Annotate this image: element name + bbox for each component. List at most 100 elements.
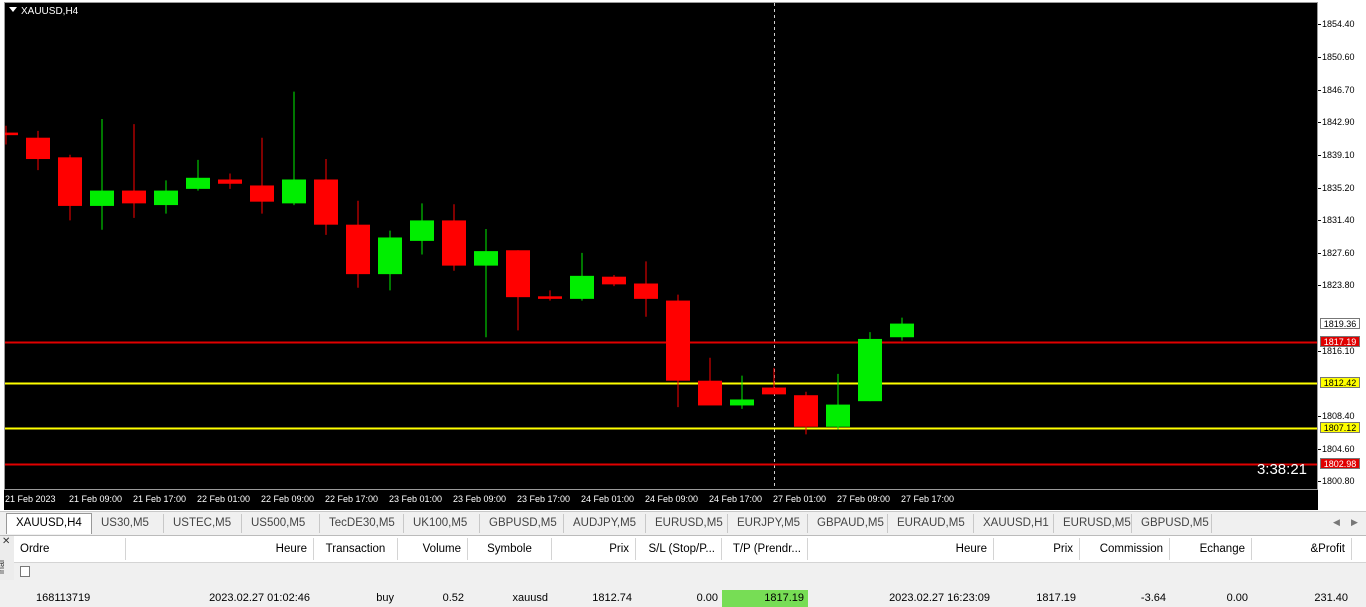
candle-body [250, 185, 274, 202]
column-header[interactable]: Transaction [314, 538, 398, 560]
price-tick-label: 1808.40 [1322, 411, 1355, 422]
time-tick-label: 23 Feb 17:00 [517, 494, 571, 504]
column-header[interactable]: S/L (Stop/P... [636, 538, 722, 560]
price-tick-mark [1318, 24, 1321, 26]
price-tick-label: 1839.10 [1322, 149, 1355, 160]
time-tick-label: 24 Feb 01:00 [581, 494, 635, 504]
chart-window[interactable]: XAUUSD,H4 3:38:21 1854.40 1850.60 1846.70 1… [0, 0, 1366, 511]
candle-body [698, 380, 722, 406]
candle-body [218, 179, 242, 184]
candle-body [858, 338, 882, 402]
tab-scroll-right-icon[interactable]: ▶ [1351, 517, 1358, 528]
tab-eurusd-m5[interactable]: EURUSD,M5 [1054, 514, 1132, 533]
column-header[interactable]: Echange [1170, 538, 1252, 560]
tab-uk100-m5[interactable]: UK100,M5 [404, 514, 480, 533]
time-tick-label: 24 Feb 17:00 [709, 494, 763, 504]
price-tick-label: 1835.20 [1322, 182, 1355, 193]
candle-body [570, 275, 594, 299]
table-header: Ordre Heure Transaction Volume Symbole Prix S/… [14, 536, 1366, 563]
candle-body [5, 132, 18, 136]
time-axis[interactable]: 21 Feb 2023 21 Feb 09:00 21 Feb 17:00 22 Fe… [4, 490, 1318, 510]
time-tick-label: 22 Feb 01:00 [197, 494, 251, 504]
price-tick-mark [1318, 56, 1321, 58]
column-header[interactable]: Symbole [468, 538, 552, 560]
candle-body [666, 300, 690, 381]
table-cell: 0.00 [1226, 592, 1248, 604]
price-tag: 1807.12 [1320, 422, 1360, 434]
price-tag: 1812.42 [1320, 377, 1360, 389]
column-header[interactable]: Ordre [14, 538, 126, 560]
tab-scroll-left-icon[interactable]: ◀ [1333, 517, 1340, 528]
tab-audjpy-m5[interactable]: AUDJPY,M5 [564, 514, 646, 533]
tab-us30-m5[interactable]: US30,M5 [92, 514, 164, 533]
column-header[interactable]: Volume [398, 538, 468, 560]
time-tick-label: 27 Feb 17:00 [901, 494, 955, 504]
price-axis[interactable]: 1854.40 1850.60 1846.70 1842.90 1839.10 1835.… [1318, 2, 1366, 490]
price-tag: 1819.36 [1320, 317, 1360, 329]
table-cell: xauusd [512, 592, 548, 604]
tab-gbpaud-m5[interactable]: GBPAUD,M5 [808, 514, 888, 533]
tab-us500-m5[interactable]: US500,M5 [242, 514, 320, 533]
tab-eurusd-m5[interactable]: EURUSD,M5 [646, 514, 728, 533]
time-tick-label: 22 Feb 09:00 [261, 494, 315, 504]
tab-euraud-m5[interactable]: EURAUD,M5 [888, 514, 974, 533]
price-tick-label: 1850.60 [1322, 51, 1355, 62]
close-icon[interactable]: ✕ [2, 537, 10, 547]
tab-tecde30-m5[interactable]: TecDE30,M5 [320, 514, 404, 533]
table-cell: 0.52 [442, 592, 464, 604]
order-document-icon [20, 566, 30, 577]
price-tick-mark [1318, 252, 1321, 254]
price-tick-label: 1823.80 [1322, 280, 1355, 291]
candle-countdown: 3:38:21 [1256, 461, 1307, 478]
tab-eurjpy-m5[interactable]: EURJPY,M5 [728, 514, 808, 533]
price-tick-label: 1831.40 [1322, 215, 1355, 226]
tab-xauusd-h4[interactable]: XAUUSD,H4 [6, 513, 92, 534]
tab-ustec-m5[interactable]: USTEC,M5 [164, 514, 242, 533]
candle-body [762, 387, 786, 395]
tab-gbpusd-m5[interactable]: GBPUSD,M5 [1132, 514, 1212, 533]
tab-xauusd-h1[interactable]: XAUUSD,H1 [974, 514, 1054, 533]
chart-tabbar: XAUUSD,H4 US30,M5 USTEC,M5 US500,M5 TecDE30,… [0, 511, 1366, 536]
price-tick-mark [1318, 220, 1321, 222]
dropdown-arrow-icon[interactable] [9, 7, 17, 12]
candle-body [538, 296, 562, 299]
chart-title[interactable]: XAUUSD,H4 [9, 6, 78, 18]
candle-body [154, 190, 178, 206]
candle-body [58, 157, 82, 206]
candle-body [122, 190, 146, 204]
price-tick-label: 1854.40 [1322, 19, 1355, 30]
chart-canvas[interactable]: XAUUSD,H4 3:38:21 [4, 2, 1318, 490]
column-header[interactable]: Commission [1080, 538, 1170, 560]
table-cell: 1812.74 [592, 592, 632, 604]
price-tick-label: 1800.80 [1322, 476, 1355, 487]
column-header[interactable]: Heure [126, 538, 314, 560]
price-tick-mark [1318, 481, 1321, 483]
price-tag: 1802.98 [1320, 457, 1360, 469]
tab-gbpusd-m5[interactable]: GBPUSD,M5 [480, 514, 564, 533]
candle-body [442, 220, 466, 266]
time-tick-label: 24 Feb 09:00 [645, 494, 699, 504]
candle-body [314, 179, 338, 225]
table-cell: 231.40 [1314, 592, 1348, 604]
candle-body [90, 190, 114, 206]
time-tick-label: 27 Feb 01:00 [773, 494, 827, 504]
column-header[interactable]: Prix [994, 538, 1080, 560]
candle-body [794, 395, 818, 427]
time-tick-label: 23 Feb 09:00 [453, 494, 507, 504]
terminal-panel: ✕ inal Ordre Heure Transaction Volume Symbol… [0, 535, 1366, 607]
candle-body [26, 137, 50, 160]
table-row[interactable]: 168113719 2023.02.27 01:02:46 buy 0.52 xauus… [14, 563, 1366, 607]
candle-body [634, 283, 658, 299]
column-header[interactable]: Heure [808, 538, 994, 560]
candle-body [410, 220, 434, 241]
column-header[interactable]: T/P (Prendr... [722, 538, 808, 560]
table-cell: -3.64 [1140, 592, 1166, 604]
terminal-vertical-label: inal [0, 559, 7, 575]
table-cell: 2023.02.27 01:02:46 [209, 592, 310, 604]
price-tick-mark [1318, 350, 1321, 352]
column-header[interactable]: Prix [552, 538, 636, 560]
candle-body [826, 404, 850, 427]
column-header[interactable]: &Profit [1252, 538, 1352, 560]
time-tick-label: 21 Feb 17:00 [133, 494, 187, 504]
chart-title-label: XAUUSD,H4 [21, 6, 79, 17]
